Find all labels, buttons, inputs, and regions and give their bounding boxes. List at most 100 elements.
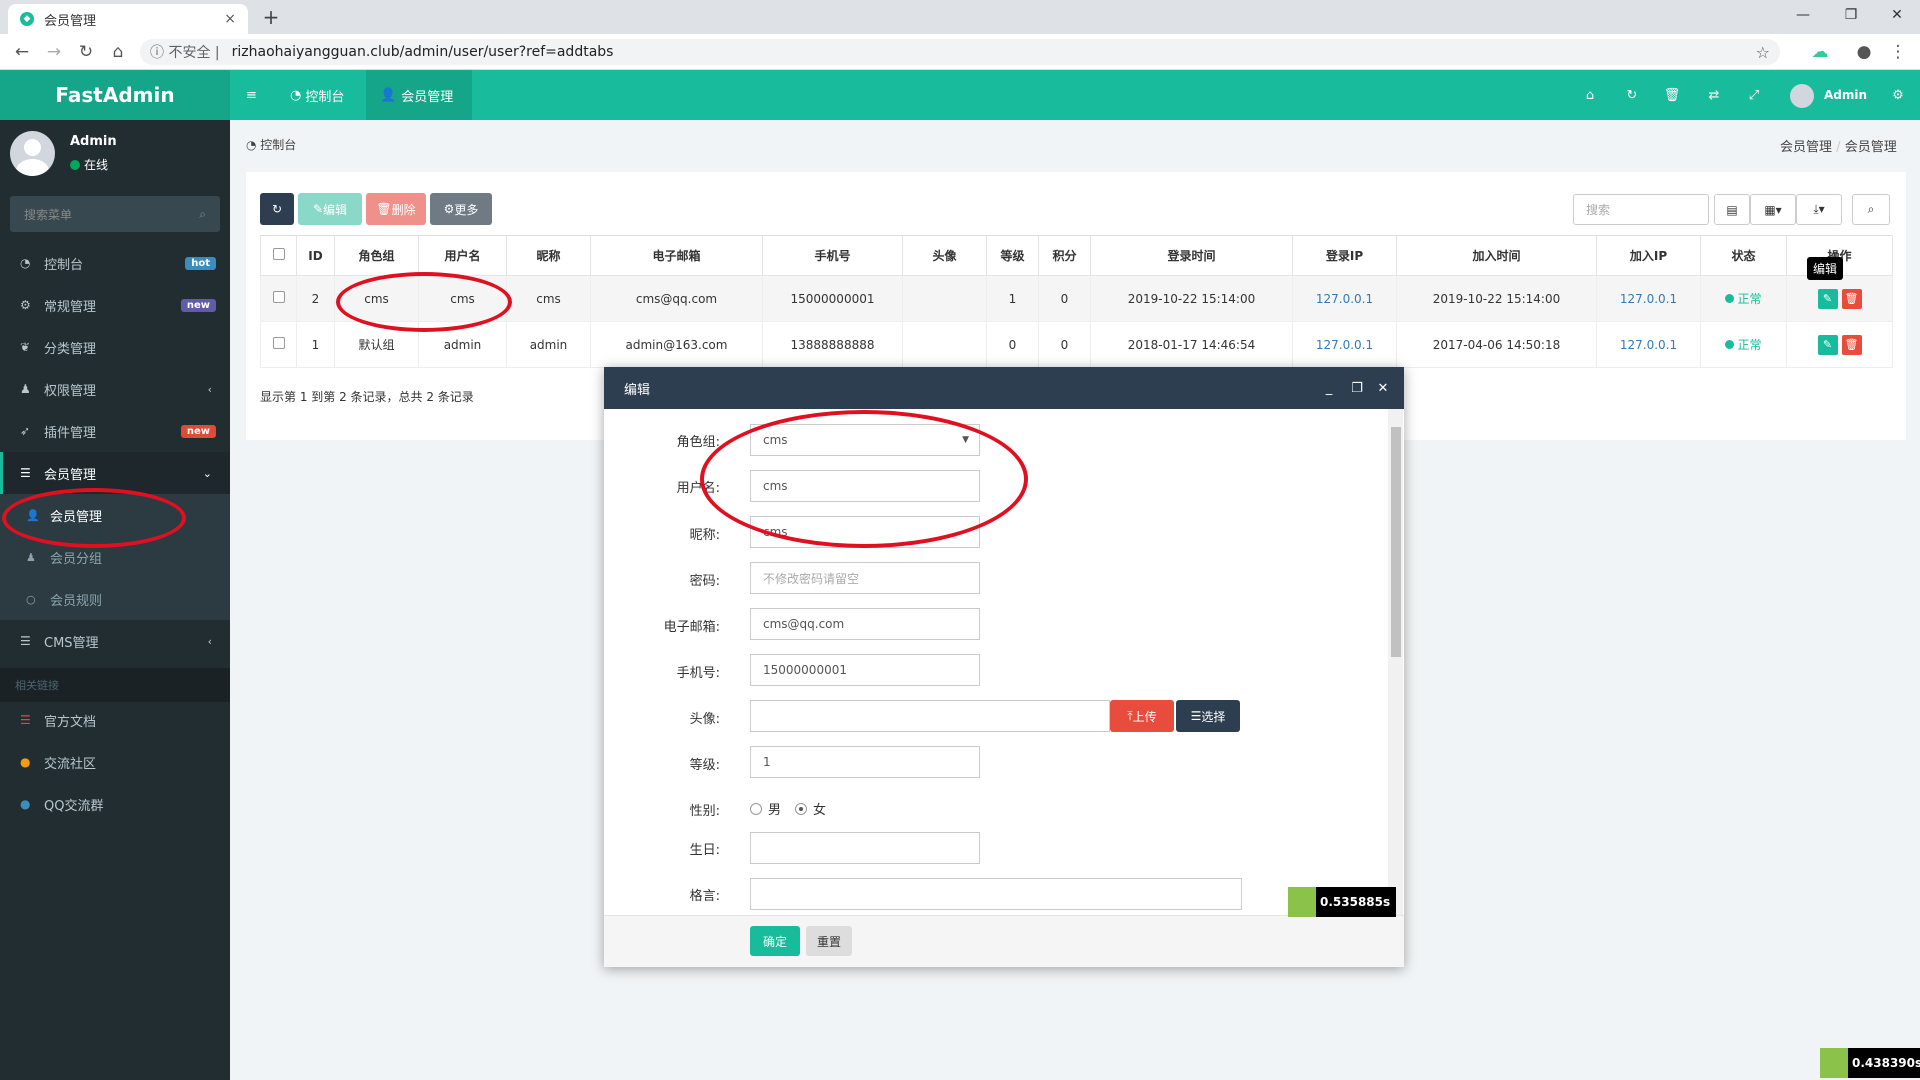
row-edit-button[interactable]: ✎ — [1817, 334, 1838, 355]
home-icon[interactable]: ⌂ — [106, 40, 130, 64]
sidebar-username: Admin — [70, 134, 117, 149]
confirm-button[interactable]: 确定 — [750, 926, 800, 956]
trace-timer[interactable]: 0.535885s — [1288, 887, 1397, 917]
sidebar-item-cms[interactable]: ☰ CMS管理 ‹ — [0, 620, 230, 662]
col-header[interactable]: ID — [296, 235, 335, 276]
breadcrumb-item: 会员管理 — [1844, 140, 1897, 155]
radio-male-label[interactable]: 男 — [768, 799, 781, 818]
col-header[interactable]: 积分 — [1038, 235, 1091, 276]
minimize-button[interactable]: — — [1780, 0, 1826, 30]
cell-join-ip[interactable]: 127.0.0.1 — [1596, 275, 1701, 322]
translate-icon[interactable]: ⇄ — [1694, 70, 1734, 120]
sidebar-link-docs[interactable]: ☰ 官方文档 — [0, 699, 230, 741]
cell-login-ip[interactable]: 127.0.0.1 — [1292, 275, 1397, 322]
row-edit-button[interactable]: ✎ — [1817, 288, 1838, 309]
settings-gear-icon[interactable]: ⚙ — [1878, 70, 1918, 120]
home-icon[interactable]: ⌂ — [1570, 70, 1610, 120]
col-header[interactable]: 等级 — [986, 235, 1039, 276]
more-button[interactable]: ⚙ 更多 — [430, 193, 492, 225]
sidebar-toggle-icon[interactable]: ≡ — [232, 70, 271, 120]
security-indicator[interactable]: ⓘ 不安全 | — [150, 42, 220, 62]
tab-close-icon[interactable]: × — [224, 11, 236, 27]
row-delete-button[interactable]: 🗑 — [1841, 334, 1862, 355]
sidebar-item-auth[interactable]: ♟ 权限管理 ‹ — [0, 368, 230, 410]
sidebar-item-category[interactable]: ❦ 分类管理 — [0, 326, 230, 368]
trace-timer[interactable]: 0.438390s — [1820, 1048, 1920, 1078]
search-icon[interactable]: ⌕ — [1852, 194, 1890, 225]
profile-icon[interactable]: ● — [1852, 40, 1876, 64]
search-icon[interactable]: ⌕ — [199, 207, 206, 222]
sidebar-sub-rule[interactable]: ○ 会员规则 — [0, 578, 230, 620]
new-badge: new — [180, 424, 216, 438]
browser-tab[interactable]: ◆ 会员管理 × — [8, 4, 248, 34]
sidebar-section-header: 相关链接 — [0, 668, 230, 702]
sidebar-link-community[interactable]: ● 交流社区 — [0, 741, 230, 783]
cell-join-ip[interactable]: 127.0.0.1 — [1596, 321, 1701, 368]
modal-title[interactable]: 编辑 — [604, 367, 1404, 409]
menu-search-input[interactable]: 搜索菜单 ⌕ — [10, 196, 220, 232]
col-header[interactable]: 加入时间 — [1396, 235, 1597, 276]
cell-login-ip[interactable]: 127.0.0.1 — [1292, 321, 1397, 368]
columns-icon[interactable]: ▦▾ — [1750, 194, 1796, 225]
upload-button[interactable]: ⤒ 上传 — [1110, 700, 1174, 732]
table-row[interactable]: 1 默认组 admin admin admin@163.com 13888888… — [260, 321, 1893, 368]
tab-dashboard[interactable]: ◔ 控制台 — [276, 70, 358, 120]
refresh-icon[interactable]: ↻ — [1612, 70, 1652, 120]
avatar-input[interactable] — [750, 700, 1110, 732]
refresh-button[interactable]: ↻ — [260, 193, 294, 225]
row-checkbox[interactable] — [260, 321, 297, 368]
col-header[interactable]: 登录时间 — [1090, 235, 1293, 276]
new-tab-button[interactable]: + — [258, 4, 284, 30]
mobile-input[interactable]: 15000000001 — [750, 654, 980, 686]
sidebar-item-general[interactable]: ⚙ 常规管理 new — [0, 284, 230, 326]
table-search-input[interactable]: 搜索 — [1573, 194, 1709, 225]
cell-status[interactable]: 正常 — [1700, 275, 1787, 322]
reload-icon[interactable]: ↻ — [74, 40, 98, 64]
trash-icon[interactable]: 🗑 — [1652, 70, 1692, 120]
birthday-input[interactable] — [750, 832, 980, 864]
select-all-checkbox[interactable] — [260, 235, 297, 276]
minimize-icon[interactable]: _ — [1316, 367, 1342, 409]
modal-scrollbar-thumb[interactable] — [1391, 427, 1401, 657]
maximize-icon[interactable]: ❐ — [1344, 367, 1370, 409]
forward-icon[interactable]: → — [42, 40, 66, 64]
cell-mobile: 13888888888 — [762, 321, 903, 368]
close-window-button[interactable]: ✕ — [1874, 0, 1920, 30]
bookmark-star-icon[interactable]: ☆ — [1756, 43, 1770, 62]
fullscreen-icon[interactable]: ⤢ — [1734, 70, 1774, 120]
header-username[interactable]: Admin — [1824, 88, 1867, 102]
sidebar-item-dashboard[interactable]: ◔ 控制台 hot — [0, 242, 230, 284]
reset-button[interactable]: 重置 — [806, 926, 852, 956]
email-input[interactable]: cms@qq.com — [750, 608, 980, 640]
level-input[interactable]: 1 — [750, 746, 980, 778]
browser-menu-icon[interactable]: ⋮ — [1886, 40, 1910, 64]
password-input[interactable]: 不修改密码请留空 — [750, 562, 980, 594]
row-delete-button[interactable]: 🗑 — [1841, 288, 1862, 309]
tab-user-manage[interactable]: 👤 会员管理 — [366, 70, 472, 120]
choose-button[interactable]: ☰ 选择 — [1176, 700, 1240, 732]
delete-button[interactable]: 🗑 删除 — [366, 193, 426, 225]
sidebar-item-user[interactable]: ☰ 会员管理 ⌄ — [0, 452, 230, 494]
row-checkbox[interactable] — [260, 275, 297, 322]
restore-button[interactable]: ❐ — [1828, 0, 1874, 30]
col-header: 角色组 — [334, 235, 419, 276]
back-icon[interactable]: ← — [10, 40, 34, 64]
close-icon[interactable]: ✕ — [1370, 367, 1396, 409]
radio-male[interactable] — [750, 802, 762, 815]
cell-status[interactable]: 正常 — [1700, 321, 1787, 368]
users-icon: ♟ — [26, 550, 36, 564]
bio-input[interactable] — [750, 878, 1242, 910]
radio-female[interactable] — [795, 802, 808, 815]
sidebar-link-qq[interactable]: ● QQ交流群 — [0, 783, 230, 825]
user-icon: 👤 — [380, 87, 397, 103]
header-avatar[interactable] — [1790, 84, 1814, 108]
edit-button[interactable]: ✎ 编辑 — [298, 193, 362, 225]
url-bar[interactable]: ⓘ 不安全 | rizhaohaiyangguan.club/admin/use… — [140, 39, 1780, 65]
sidebar-item-addon[interactable]: ➶ 插件管理 new — [0, 410, 230, 452]
breadcrumb-item[interactable]: 会员管理 — [1780, 140, 1832, 155]
export-icon[interactable]: ⤓▾ — [1796, 194, 1842, 225]
toggle-view-icon[interactable]: ▤ — [1714, 194, 1750, 225]
app-logo[interactable]: FastAdmin — [0, 70, 230, 120]
radio-female-label[interactable]: 女 — [813, 799, 826, 818]
extension-icon[interactable]: ☁ — [1808, 40, 1832, 64]
